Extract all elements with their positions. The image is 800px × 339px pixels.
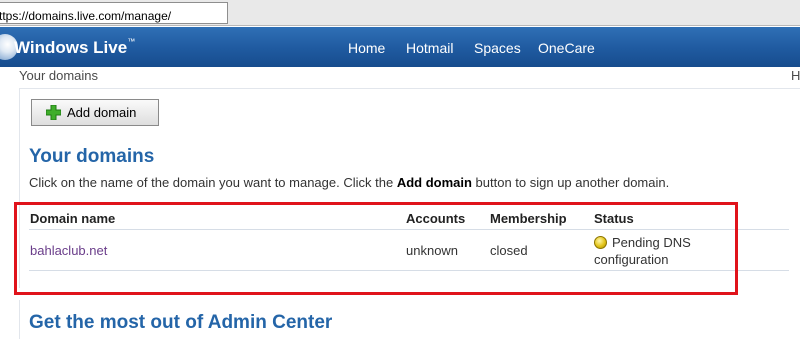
url-text: ttps://domains.live.com/manage/: [0, 9, 172, 23]
nav-hotmail[interactable]: Hotmail: [406, 40, 453, 56]
trademark-symbol: ™: [127, 37, 136, 46]
green-plus-icon: [46, 105, 61, 120]
breadcrumb: Your domains: [19, 68, 99, 83]
browser-address-bar: ttps://domains.live.com/manage/: [0, 0, 800, 26]
page-title: Your domains: [29, 146, 155, 167]
panel-border-top: [19, 88, 800, 89]
nav-onecare[interactable]: OneCare: [538, 40, 595, 56]
brand-text: Windows Live: [14, 38, 128, 57]
right-edge-text[interactable]: H: [791, 68, 800, 83]
red-highlight-box: [14, 202, 738, 295]
brand-title[interactable]: Windows Live™: [14, 37, 135, 58]
intro-text: Click on the name of the domain you want…: [29, 175, 669, 190]
add-domain-label: Add domain: [67, 105, 137, 120]
intro-bold: Add domain: [396, 175, 472, 190]
intro-before: Click on the name of the domain you want…: [29, 175, 397, 190]
intro-after: button to sign up another domain.: [471, 175, 670, 190]
panel-border-left-lower: [19, 300, 20, 339]
url-input[interactable]: ttps://domains.live.com/manage/: [0, 2, 228, 24]
nav-spaces[interactable]: Spaces: [474, 40, 521, 56]
site-header: Windows Live™ Home Hotmail Spaces OneCar…: [0, 27, 800, 67]
section-title-admin-center: Get the most out of Admin Center: [29, 312, 333, 333]
add-domain-button[interactable]: Add domain: [31, 99, 159, 126]
nav-home[interactable]: Home: [348, 40, 385, 56]
